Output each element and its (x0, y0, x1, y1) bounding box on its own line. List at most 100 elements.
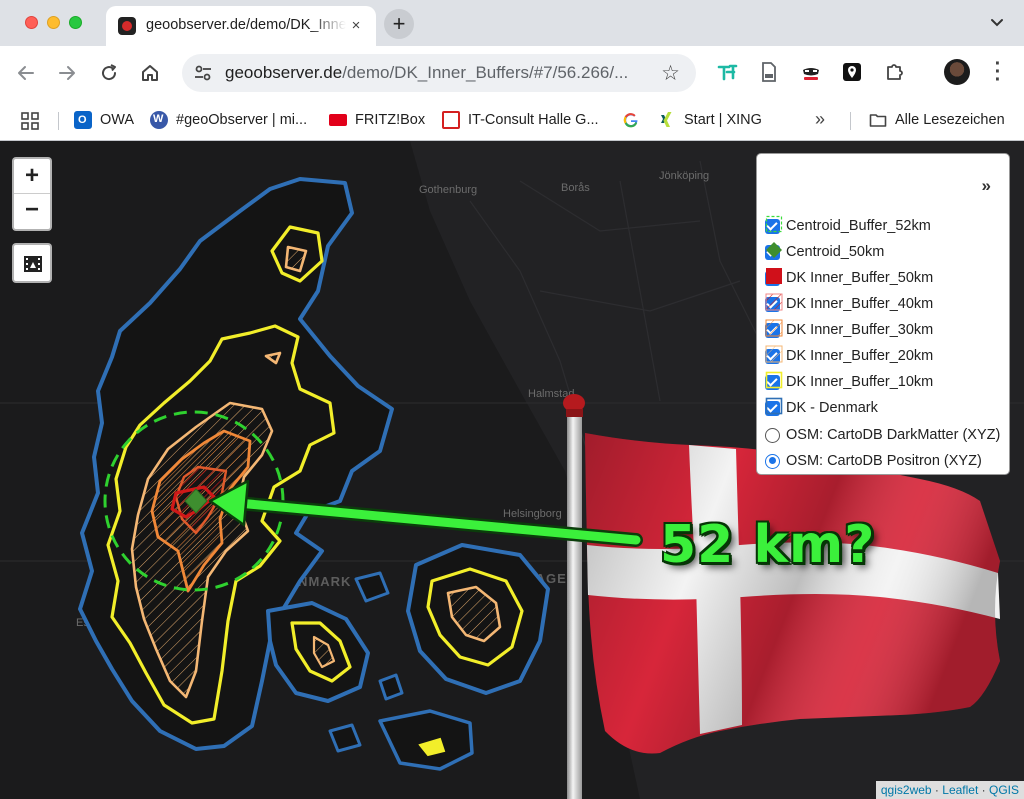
xing-icon (661, 112, 672, 127)
address-bar[interactable]: geoobserver.de/demo/DK_Inner_Buffers/#7/… (182, 54, 696, 92)
basemap-radio[interactable] (765, 427, 780, 443)
annotation-text: 52 km? (660, 515, 876, 575)
film-strip-icon (24, 256, 42, 272)
bookmark-fritzbox[interactable]: FRITZ!Box (329, 109, 425, 131)
new-tab-button[interactable]: + (384, 9, 414, 39)
attribution-qgis-link[interactable]: QGIS (989, 783, 1019, 797)
zoom-out-button[interactable]: − (14, 194, 50, 229)
attribution-qgis2web-link[interactable]: qgis2web (881, 783, 932, 797)
tab-title: geoobserver.de/demo/DK_Inner_Buffers (146, 17, 346, 33)
layer-label: DK Inner_Buffer_20km (786, 348, 934, 364)
browser-menu-icon[interactable]: · · · (988, 54, 1008, 90)
layer-panel-collapse-icon[interactable]: » (982, 176, 992, 196)
close-window-button[interactable] (25, 16, 38, 29)
basemap-item-positron[interactable]: OSM: CartoDB Positron (XYZ) (765, 450, 982, 472)
extension-location-icon[interactable] (841, 61, 863, 83)
city-label-helsingborg: Helsingborg (503, 508, 562, 520)
layer-label: DK Inner_Buffer_30km (786, 322, 934, 338)
layer-label: DK - Denmark (786, 400, 878, 416)
attribution-separator: · (934, 783, 939, 797)
layer-item-inner-buffer-20km[interactable]: DK Inner_Buffer_20km (765, 345, 933, 367)
bookmark-geoobserver[interactable]: W #geoObserver | mi... (150, 109, 307, 131)
bookmark-label: FRITZ!Box (355, 112, 426, 128)
basemap-radio-selected[interactable] (765, 453, 780, 469)
site-favicon-icon (118, 17, 136, 35)
bookmark-separator (58, 112, 59, 130)
city-label-boras: Borås (561, 182, 590, 194)
layer-item-inner-buffer-10km[interactable]: DK Inner_Buffer_10km (765, 371, 933, 393)
url-host: geoobserver.de (225, 63, 343, 82)
layer-label: DK Inner_Buffer_40km (786, 296, 934, 312)
bookmark-label: Alle Lesezeichen (895, 112, 1005, 128)
bookmark-itconsult[interactable]: IT-Consult Halle G... (442, 109, 599, 131)
bookmark-separator (850, 112, 851, 130)
back-arrow-icon[interactable] (15, 62, 37, 84)
bookmark-label: OWA (100, 112, 135, 128)
extension-tf-icon[interactable] (716, 61, 738, 83)
green-diamond-icon (766, 242, 782, 258)
city-label-gothenburg: Gothenburg (419, 184, 477, 196)
attribution-leaflet-link[interactable]: Leaflet (942, 783, 978, 797)
minimize-window-button[interactable] (47, 16, 60, 29)
browser-chrome: geoobserver.de/demo/DK_Inner_Buffers × + (0, 0, 1024, 141)
flagpole-collar (566, 409, 583, 417)
hatched-orange-square-icon (765, 319, 783, 337)
outlook-icon: O (74, 111, 92, 129)
tab-close-icon[interactable]: × (346, 16, 366, 36)
layer-item-centroid-50km[interactable]: Centroid_50km (765, 241, 884, 263)
layer-control-panel: » Centroid_Buffer_52km Centroid_50km DK … (756, 153, 1010, 475)
google-icon (623, 113, 638, 128)
forward-arrow-icon[interactable] (56, 62, 78, 84)
more-bookmarks-chevron-icon[interactable]: » (815, 109, 825, 130)
apps-grid-icon[interactable] (21, 112, 39, 130)
map-viewport[interactable]: Gothenburg Borås Jönköping Halmstad Hels… (0, 141, 1024, 799)
url-text[interactable]: geoobserver.de/demo/DK_Inner_Buffers/#7/… (225, 63, 637, 83)
maximize-window-button[interactable] (69, 16, 82, 29)
city-label-jonkoping: Jönköping (659, 170, 709, 182)
layer-label: DK Inner_Buffer_50km (786, 270, 934, 286)
zoom-in-button[interactable]: + (14, 159, 50, 194)
layer-item-inner-buffer-50km[interactable]: DK Inner_Buffer_50km (765, 267, 933, 289)
attribution-separator: · (981, 783, 986, 797)
zoom-control: + − (12, 157, 52, 231)
tab-strip: geoobserver.de/demo/DK_Inner_Buffers × + (0, 0, 1024, 46)
layer-label: OSM: CartoDB DarkMatter (XYZ) (786, 427, 1001, 443)
bookmark-label: #geoObserver | mi... (176, 112, 308, 128)
layer-label: Centroid_Buffer_52km (786, 218, 931, 234)
site-info-tune-icon[interactable] (192, 62, 214, 84)
all-bookmarks-folder[interactable]: Alle Lesezeichen (869, 109, 1005, 131)
layer-item-inner-buffer-30km[interactable]: DK Inner_Buffer_30km (765, 319, 933, 341)
bookmark-star-icon[interactable]: ☆ (661, 61, 680, 86)
basemap-item-darkmatter[interactable]: OSM: CartoDB DarkMatter (XYZ) (765, 424, 1000, 446)
tab-search-chevron-icon[interactable] (988, 13, 1006, 31)
denmark-lolland-outline (378, 709, 474, 771)
bookmark-google[interactable] (622, 109, 648, 131)
blue-outline-square-icon (765, 397, 783, 415)
home-icon[interactable] (139, 62, 161, 84)
bookmarks-bar: O OWA W #geoObserver | mi... FRITZ!Box I… (0, 100, 1024, 141)
bookmark-owa[interactable]: O OWA (74, 109, 134, 131)
hatched-red-square-icon (765, 293, 783, 311)
fritzbox-icon (329, 114, 347, 126)
hatched-lightorange-square-icon (765, 345, 783, 363)
wordpress-icon: W (150, 111, 168, 129)
extensions-puzzle-icon[interactable] (883, 61, 905, 83)
reload-icon[interactable] (98, 62, 120, 84)
layer-item-denmark[interactable]: DK - Denmark (765, 397, 878, 419)
extension-document-icon[interactable] (758, 61, 780, 83)
layer-item-inner-buffer-40km[interactable]: DK Inner_Buffer_40km (765, 293, 933, 315)
yellow-outline-square-icon (765, 371, 783, 389)
dashed-green-square-icon (765, 215, 783, 233)
layer-label: OSM: CartoDB Positron (XYZ) (786, 453, 982, 469)
itconsult-icon (442, 111, 460, 129)
profile-avatar[interactable] (944, 59, 970, 85)
flagpole (567, 408, 582, 799)
red-square-icon (766, 268, 782, 284)
map-tool-button[interactable] (12, 243, 52, 283)
layer-item-centroid-buffer-52km[interactable]: Centroid_Buffer_52km (765, 215, 931, 237)
tab-active[interactable]: geoobserver.de/demo/DK_Inner_Buffers × (106, 6, 376, 46)
bookmark-xing[interactable]: Start | XING (658, 109, 762, 131)
layer-label: Centroid_50km (786, 244, 885, 260)
extension-mask-icon[interactable] (800, 61, 822, 83)
bookmark-label: IT-Consult Halle G... (468, 112, 599, 128)
